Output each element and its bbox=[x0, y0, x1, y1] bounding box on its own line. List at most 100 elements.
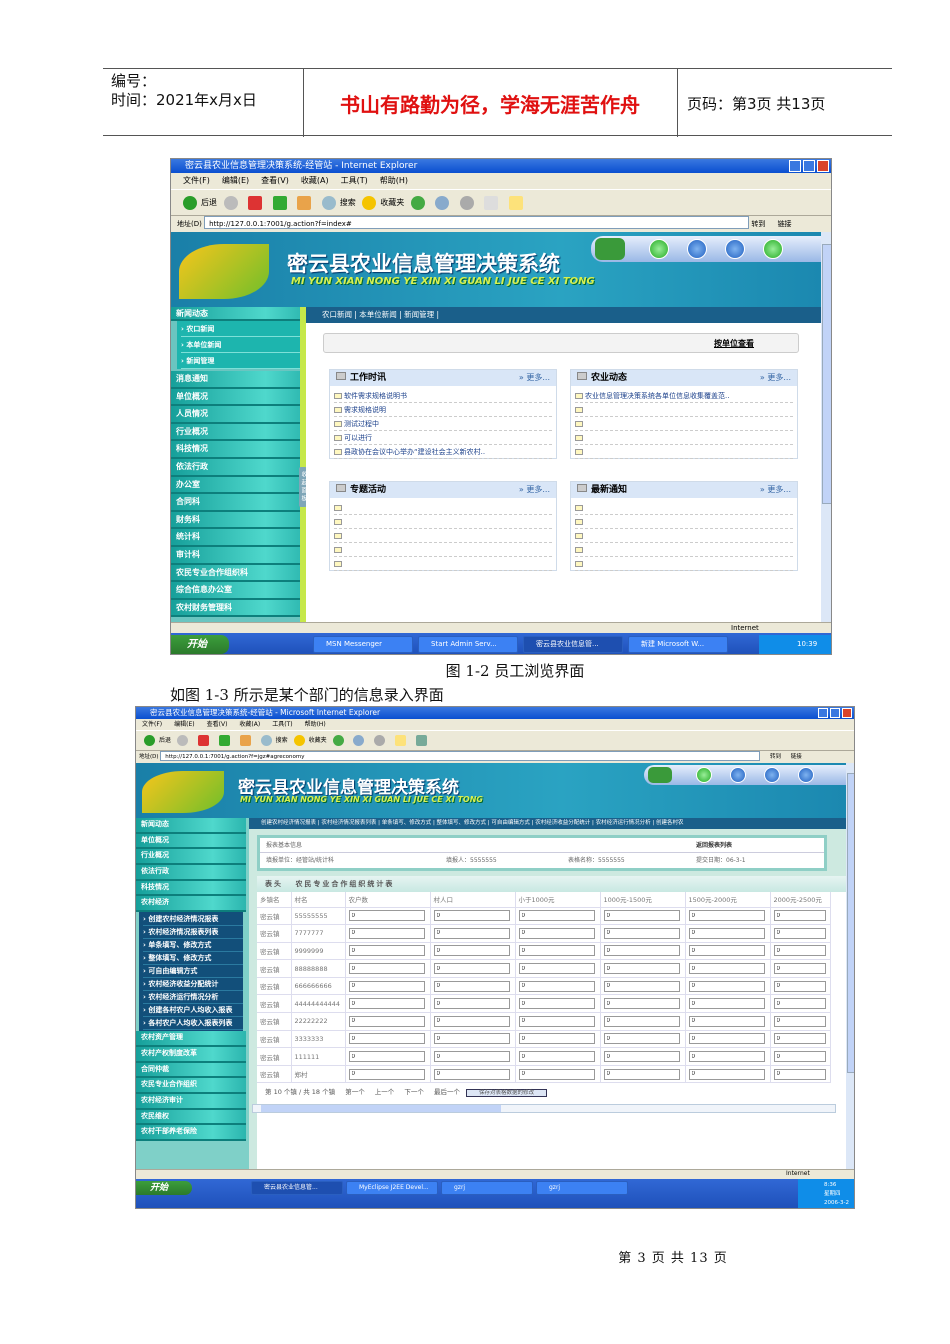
sidebar-item[interactable]: 消息通知 bbox=[171, 371, 306, 389]
cell-input[interactable] bbox=[688, 945, 765, 957]
links-button[interactable]: 链接 bbox=[778, 220, 792, 228]
favorites-icon[interactable] bbox=[293, 735, 305, 746]
cell-input[interactable] bbox=[433, 945, 510, 957]
cell-input[interactable] bbox=[603, 1033, 680, 1045]
cell-input[interactable] bbox=[433, 1051, 510, 1063]
sidebar-subitem[interactable]: › 创建农村经济情况报表 bbox=[143, 913, 243, 927]
cell-input[interactable] bbox=[518, 1033, 595, 1045]
scrollbar-thumb[interactable] bbox=[261, 1105, 501, 1112]
sidebar-item[interactable]: 单位概况 bbox=[171, 388, 306, 407]
help-icon[interactable] bbox=[725, 239, 745, 259]
taskbar-button[interactable]: 密云县农业信息管... bbox=[523, 636, 623, 653]
forward-icon[interactable] bbox=[223, 195, 238, 210]
news-item[interactable] bbox=[575, 501, 793, 515]
forward-icon[interactable] bbox=[176, 735, 188, 746]
news-item-title[interactable]: 农业信息管理决策系统各单位信息收集覆盖范.. bbox=[585, 392, 729, 400]
save-changes-button[interactable]: 保存对表格数据的修改 bbox=[466, 1089, 548, 1098]
links-button[interactable]: 链接 bbox=[791, 754, 802, 760]
cell-input[interactable] bbox=[688, 910, 765, 922]
news-item[interactable] bbox=[334, 501, 552, 515]
sidebar-item[interactable]: 农村资产管理 bbox=[136, 1031, 246, 1047]
last-link[interactable]: 最后一个 bbox=[434, 1088, 460, 1096]
windows-icon[interactable] bbox=[595, 238, 625, 260]
start-button[interactable]: 开始 bbox=[171, 635, 229, 654]
news-item[interactable] bbox=[575, 529, 793, 543]
back-button[interactable]: 后退 bbox=[201, 198, 217, 207]
news-item-title[interactable]: 需求规格说明 bbox=[344, 406, 386, 414]
cell-input[interactable] bbox=[433, 1033, 510, 1045]
cell-input[interactable] bbox=[348, 1068, 425, 1080]
cell-input[interactable] bbox=[603, 910, 680, 922]
cell-input[interactable] bbox=[773, 927, 826, 939]
sidebar-item[interactable]: 农村干部养老保险 bbox=[136, 1125, 246, 1141]
cell-input[interactable] bbox=[433, 963, 510, 975]
favorites-button[interactable]: 收藏夹 bbox=[380, 198, 404, 207]
sidebar-item[interactable]: 依法行政 bbox=[171, 458, 306, 477]
sidebar-item[interactable]: 财务科 bbox=[171, 511, 306, 530]
history-icon[interactable] bbox=[410, 195, 425, 210]
taskbar-button[interactable]: 新建 Microsoft W... bbox=[628, 636, 728, 653]
cell-input[interactable] bbox=[773, 945, 826, 957]
sidebar-subitem[interactable]: › 单条填写、修改方式 bbox=[143, 939, 243, 953]
menu-item[interactable]: 工具(T) bbox=[272, 721, 292, 728]
sidebar-item[interactable]: 农民专业合作组织科 bbox=[171, 564, 306, 583]
cell-input[interactable] bbox=[773, 1051, 826, 1063]
taskbar-button[interactable]: gzrj bbox=[441, 1181, 533, 1195]
news-item-title[interactable]: 可以进行 bbox=[344, 434, 372, 442]
sidebar-item[interactable]: 合同科 bbox=[171, 494, 306, 512]
help-icon[interactable] bbox=[687, 239, 707, 259]
taskbar-button[interactable]: 密云县农业信息管... bbox=[251, 1181, 343, 1195]
refresh-icon[interactable] bbox=[763, 239, 783, 259]
go-button[interactable]: 转到 bbox=[770, 754, 781, 760]
menu-item[interactable]: 帮助(H) bbox=[305, 721, 326, 728]
news-item[interactable]: 农业信息管理决策系统各单位信息收集覆盖范.. bbox=[575, 389, 793, 403]
news-item[interactable]: 需求规格说明 bbox=[334, 403, 552, 417]
cell-input[interactable] bbox=[773, 998, 826, 1010]
news-item-title[interactable]: 县政协在会议中心举办“建设社会主义新农村.. bbox=[344, 448, 485, 456]
cell-input[interactable] bbox=[688, 1051, 765, 1063]
cell-input[interactable] bbox=[688, 1015, 765, 1027]
refresh-icon[interactable] bbox=[272, 195, 287, 210]
news-item-title[interactable]: 软件需求规格说明书 bbox=[344, 392, 407, 400]
back-icon[interactable] bbox=[144, 735, 155, 746]
cell-input[interactable] bbox=[348, 910, 425, 922]
mail-icon[interactable] bbox=[435, 195, 450, 210]
sidebar-subitem[interactable]: › 各村农户人均收入报表列表 bbox=[143, 1017, 243, 1031]
cell-input[interactable] bbox=[433, 1015, 510, 1027]
maximize-icon[interactable] bbox=[803, 160, 815, 172]
sidebar-item[interactable]: 合同仲裁 bbox=[136, 1062, 246, 1079]
menu-item[interactable]: 帮助(H) bbox=[380, 176, 408, 185]
menu-item[interactable]: 查看(V) bbox=[261, 176, 289, 185]
taskbar-button[interactable]: MyEclipse J2EE Devel... bbox=[346, 1181, 438, 1195]
sidebar-subitem[interactable]: › 可自由编辑方式 bbox=[143, 965, 243, 979]
back-icon[interactable] bbox=[696, 767, 712, 783]
next-link[interactable]: 下一个 bbox=[404, 1088, 424, 1096]
cell-input[interactable] bbox=[518, 945, 595, 957]
sidebar-item[interactable]: 办公室 bbox=[171, 476, 306, 495]
sidebar-item[interactable]: 农村财务管理科 bbox=[171, 599, 306, 618]
cell-input[interactable] bbox=[688, 963, 765, 975]
news-item[interactable] bbox=[575, 431, 793, 445]
help-icon[interactable] bbox=[730, 767, 746, 783]
menu-item[interactable]: 查看(V) bbox=[207, 721, 228, 728]
minimize-icon[interactable] bbox=[818, 708, 828, 718]
cell-input[interactable] bbox=[433, 998, 510, 1010]
favorites-icon[interactable] bbox=[362, 195, 377, 210]
sidebar-item[interactable]: 单位概况 bbox=[136, 833, 246, 850]
sidebar-item[interactable]: 统计科 bbox=[171, 529, 306, 547]
back-button[interactable]: 后退 bbox=[159, 737, 171, 744]
scrollbar[interactable] bbox=[846, 763, 854, 1169]
taskbar-button[interactable]: gzrj bbox=[536, 1181, 628, 1195]
news-item[interactable] bbox=[334, 557, 552, 571]
sidebar-item[interactable]: 农民维权 bbox=[136, 1109, 246, 1126]
more-link[interactable]: » 更多... bbox=[519, 370, 550, 386]
back-icon[interactable] bbox=[183, 195, 197, 210]
news-item[interactable] bbox=[334, 529, 552, 543]
address-input[interactable]: http://127.0.0.1:7001/g.action?f=jgz#agr… bbox=[160, 751, 761, 761]
history-icon[interactable] bbox=[332, 735, 344, 746]
more-link[interactable]: » 更多... bbox=[760, 482, 791, 498]
cell-input[interactable] bbox=[348, 945, 425, 957]
cell-input[interactable] bbox=[433, 910, 510, 922]
report-nav[interactable]: 创建农村经济情况报表 | 农村经济情况报表列表 | 单条填写、修改方式 | 整体… bbox=[249, 818, 846, 829]
refresh-icon[interactable] bbox=[218, 735, 230, 746]
